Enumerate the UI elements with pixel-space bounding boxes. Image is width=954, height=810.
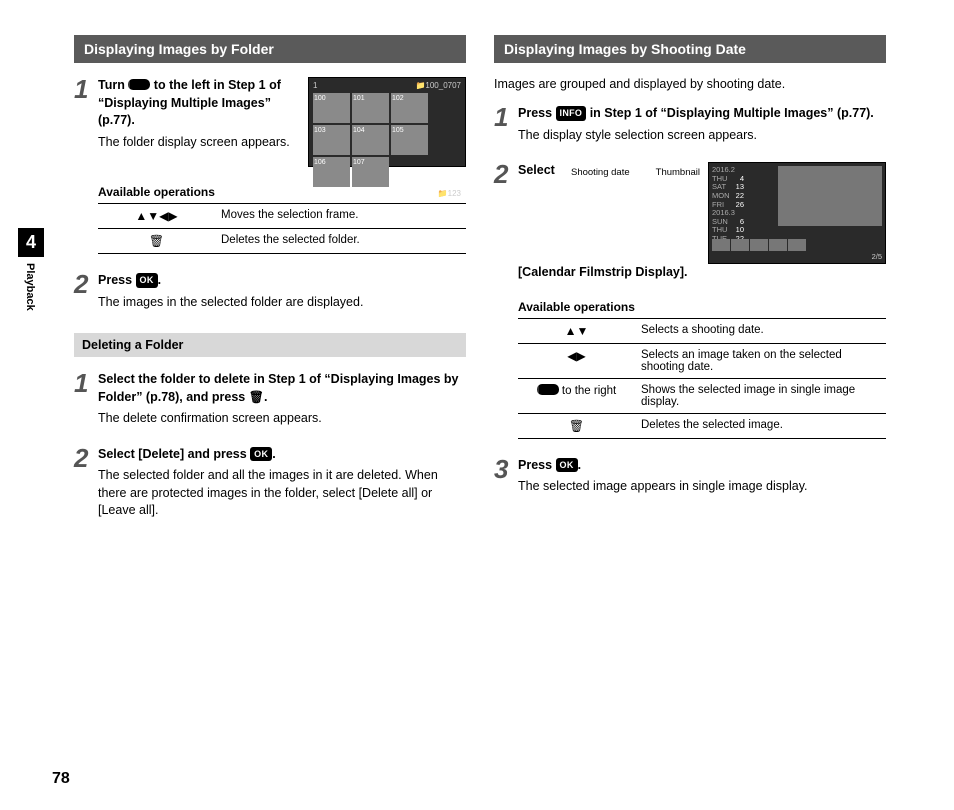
delete-step-2: 2 Select [Delete] and press OK. The sele… — [98, 446, 466, 520]
label-shooting-date: Shooting date — [571, 166, 630, 179]
intro-text: Images are grouped and displayed by shoo… — [494, 77, 886, 91]
right-step-3: 3 Press OK. The selected image appears i… — [518, 457, 886, 496]
page-number: 78 — [52, 770, 70, 788]
delete-step-1: 1 Select the folder to delete in Step 1 … — [98, 371, 466, 428]
dial-icon — [537, 384, 559, 395]
left-step-1: 1 1📁100_0707 100101102103104105106107 📁1… — [98, 77, 466, 167]
step-number: 2 — [494, 156, 508, 192]
step-number: 1 — [74, 71, 88, 107]
ops-table-date: ▲▼Selects a shooting date.◀▶Selects an i… — [518, 318, 886, 439]
section-header-date: Displaying Images by Shooting Date — [494, 35, 886, 63]
ops-table-folder: ▲▼◀▶Moves the selection frame.🗑Deletes t… — [98, 203, 466, 254]
section-header-folder: Displaying Images by Folder — [74, 35, 466, 63]
calendar-thumbnail-screen: 📁100-0505 2016.2THU4SAT13MON22FRI262016.… — [708, 162, 886, 264]
ok-icon: OK — [136, 273, 158, 288]
right-step-1: 1 Press INFO in Step 1 of “Displaying Mu… — [518, 105, 886, 144]
sub-header-delete: Deleting a Folder — [74, 333, 466, 357]
ok-icon: OK — [250, 447, 272, 462]
ops-title: Available operations — [518, 300, 886, 314]
step-number: 1 — [74, 365, 88, 401]
step-number: 1 — [494, 99, 508, 135]
step-number: 3 — [494, 451, 508, 487]
trash-icon: 🗑 — [149, 234, 164, 248]
folder-thumbnail-screen: 1📁100_0707 100101102103104105106107 📁123 — [308, 77, 466, 167]
trash-icon: 🗑 — [249, 390, 264, 404]
step-number: 2 — [74, 440, 88, 476]
trash-icon: 🗑 — [569, 419, 584, 433]
ok-icon: OK — [556, 458, 578, 473]
step-number: 2 — [74, 266, 88, 302]
left-step-2: 2 Press OK. The images in the selected f… — [98, 272, 466, 311]
info-icon: INFO — [556, 106, 587, 121]
right-step-2: 2 📁100-0505 2016.2THU4SAT13MON22FRI26201… — [518, 162, 886, 282]
label-thumbnail: Thumbnail — [656, 166, 700, 179]
dial-icon — [128, 79, 150, 90]
